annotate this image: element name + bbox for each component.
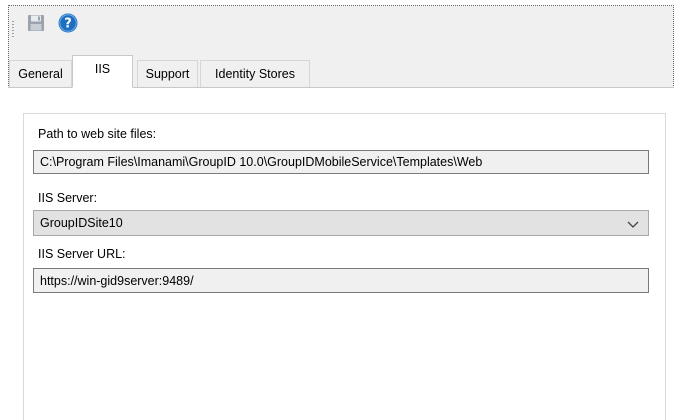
help-button[interactable]: ? [57,13,79,35]
tab-label: Identity Stores [215,67,295,81]
tab-iis[interactable]: IIS [72,55,133,88]
iis-server-label: IIS Server: [38,191,98,205]
iis-server-value: GroupIDSite10 [40,216,123,230]
path-value: C:\Program Files\Imanami\GroupID 10.0\Gr… [40,155,483,169]
svg-text:?: ? [64,16,72,31]
iis-server-select[interactable]: GroupIDSite10 [33,210,649,236]
save-button[interactable] [25,13,47,35]
save-icon [27,14,45,35]
toolbar-grip[interactable] [12,21,14,37]
tab-label: IIS [94,62,111,76]
tab-label: Support [145,67,190,81]
tab-identity-stores[interactable]: Identity Stores [200,60,310,87]
tab-support[interactable]: Support [137,60,198,87]
tab-general[interactable]: General [9,60,72,87]
iis-server-url-value: https://win-gid9server:9489/ [40,273,194,288]
path-label: Path to web site files: [38,127,157,141]
path-field[interactable]: C:\Program Files\Imanami\GroupID 10.0\Gr… [33,150,649,174]
chevron-down-icon [627,218,639,232]
help-icon: ? [58,13,78,36]
iis-server-url-label: IIS Server URL: [38,247,126,261]
tab-label: General [18,67,63,81]
iis-server-url-field[interactable]: https://win-gid9server:9489/ [33,268,649,293]
